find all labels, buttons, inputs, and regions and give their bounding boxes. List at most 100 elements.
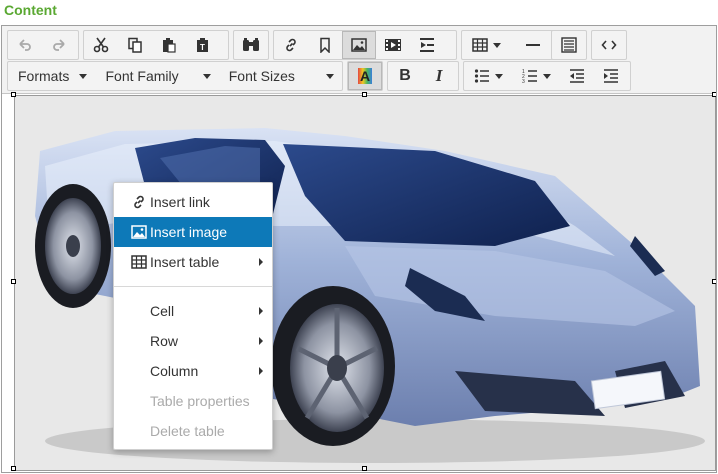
menu-item-column[interactable]: Column bbox=[114, 356, 272, 386]
text-color-icon: A bbox=[358, 68, 372, 84]
code-block-icon bbox=[561, 37, 577, 53]
numbered-list-icon: 123 bbox=[522, 69, 537, 84]
menu-item-cell[interactable]: Cell bbox=[114, 296, 272, 326]
italic-button[interactable]: I bbox=[422, 62, 456, 90]
source-code-icon bbox=[601, 40, 617, 50]
italic-label: I bbox=[435, 66, 443, 85]
editor-toolbar: T Formats Font Family Font Sizes A B I 1… bbox=[2, 26, 716, 94]
copy-icon bbox=[128, 37, 142, 53]
chevron-down-icon bbox=[325, 74, 334, 79]
chevron-right-icon bbox=[259, 307, 263, 315]
menu-item-row[interactable]: Row bbox=[114, 326, 272, 356]
resize-handle-tm[interactable] bbox=[362, 92, 367, 97]
indent-icon bbox=[604, 69, 618, 83]
bold-button[interactable]: B bbox=[388, 62, 422, 90]
bookmark-button[interactable] bbox=[308, 31, 342, 59]
clipboard-group: T bbox=[83, 30, 229, 60]
chevron-down-icon bbox=[494, 73, 503, 79]
media-button[interactable] bbox=[376, 31, 410, 59]
horizontal-rule-icon bbox=[526, 44, 540, 46]
link-button[interactable] bbox=[274, 31, 308, 59]
resize-handle-tl[interactable] bbox=[11, 92, 16, 97]
bold-italic-group: B I bbox=[387, 61, 459, 91]
menu-item-label: Table properties bbox=[150, 393, 250, 409]
page-break-icon bbox=[420, 38, 434, 52]
find-group bbox=[233, 30, 269, 60]
cut-icon bbox=[93, 37, 109, 53]
chevron-right-icon bbox=[259, 337, 263, 345]
code-block-button[interactable] bbox=[552, 31, 586, 59]
numbered-list-button[interactable]: 123 bbox=[512, 62, 560, 90]
paste-button[interactable] bbox=[152, 31, 186, 59]
cut-button[interactable] bbox=[84, 31, 118, 59]
bold-label: B bbox=[399, 67, 411, 84]
link-icon bbox=[286, 38, 296, 52]
undo-icon bbox=[19, 39, 31, 51]
table-group bbox=[461, 30, 557, 60]
text-color-button[interactable]: A bbox=[348, 62, 382, 90]
menu-item-label: Insert image bbox=[150, 224, 228, 240]
code-sample-group bbox=[551, 30, 587, 60]
undo-redo-group bbox=[7, 30, 79, 60]
copy-button[interactable] bbox=[118, 31, 152, 59]
image-icon bbox=[131, 225, 147, 239]
format-select-group: Formats Font Family Font Sizes bbox=[7, 61, 343, 91]
bullet-list-icon bbox=[474, 69, 489, 83]
resize-handle-tr[interactable] bbox=[712, 92, 716, 97]
menu-item-label: Insert link bbox=[150, 194, 210, 210]
content-label: Content bbox=[4, 2, 57, 18]
image-button[interactable] bbox=[342, 31, 376, 59]
menu-item-label: Row bbox=[150, 333, 179, 349]
font-sizes-dropdown[interactable]: Font Sizes bbox=[219, 62, 342, 90]
formats-dropdown[interactable]: Formats bbox=[8, 62, 95, 90]
image-icon bbox=[351, 38, 367, 52]
menu-item-delete-table[interactable]: Delete table bbox=[114, 416, 272, 446]
text-color-letter: A bbox=[360, 68, 370, 84]
font-family-label: Font Family bbox=[105, 68, 179, 84]
context-menu: Insert link Insert image Insert table Ce… bbox=[113, 182, 273, 450]
font-family-dropdown[interactable]: Font Family bbox=[95, 62, 218, 90]
svg-text:T: T bbox=[200, 43, 205, 52]
menu-item-insert-table[interactable]: Insert table bbox=[114, 247, 272, 277]
resize-handle-bm[interactable] bbox=[362, 466, 367, 471]
undo-button[interactable] bbox=[8, 31, 42, 59]
table-icon bbox=[471, 38, 488, 52]
menu-separator bbox=[114, 286, 272, 287]
source-group bbox=[591, 30, 627, 60]
menu-item-insert-link[interactable]: Insert link bbox=[114, 187, 272, 217]
chevron-down-icon bbox=[542, 73, 551, 79]
redo-icon bbox=[53, 39, 65, 51]
table-button[interactable] bbox=[462, 31, 510, 59]
chevron-right-icon bbox=[259, 258, 263, 266]
resize-handle-mr[interactable] bbox=[712, 279, 716, 284]
paste-as-text-icon: T bbox=[197, 38, 208, 52]
menu-item-label: Cell bbox=[150, 303, 175, 319]
rich-text-editor: T Formats Font Family Font Sizes A B I 1… bbox=[1, 25, 717, 473]
menu-item-label: Insert table bbox=[150, 254, 220, 270]
menu-item-label: Column bbox=[150, 363, 199, 379]
chevron-down-icon bbox=[79, 74, 88, 79]
formats-label: Formats bbox=[18, 68, 70, 84]
menu-item-label: Delete table bbox=[150, 423, 225, 439]
chevron-down-icon bbox=[202, 74, 211, 79]
horizontal-rule-button[interactable] bbox=[510, 31, 556, 59]
find-replace-icon bbox=[243, 38, 259, 51]
paste-as-text-button[interactable]: T bbox=[186, 31, 220, 59]
outdent-icon bbox=[570, 69, 584, 83]
link-icon bbox=[134, 195, 144, 209]
page-break-button[interactable] bbox=[410, 31, 444, 59]
bullet-list-button[interactable] bbox=[464, 62, 512, 90]
resize-handle-ml[interactable] bbox=[11, 279, 16, 284]
menu-item-table-properties[interactable]: Table properties bbox=[114, 386, 272, 416]
redo-button[interactable] bbox=[42, 31, 76, 59]
indent-button[interactable] bbox=[594, 62, 628, 90]
source-code-button[interactable] bbox=[592, 31, 626, 59]
table-icon bbox=[131, 255, 147, 269]
resize-handle-bl[interactable] bbox=[11, 466, 16, 471]
find-replace-button[interactable] bbox=[234, 31, 268, 59]
menu-item-insert-image[interactable]: Insert image bbox=[114, 217, 272, 247]
outdent-button[interactable] bbox=[560, 62, 594, 90]
insert-group bbox=[273, 30, 457, 60]
list-indent-group: 123 bbox=[463, 61, 631, 91]
svg-text:3: 3 bbox=[522, 79, 525, 84]
